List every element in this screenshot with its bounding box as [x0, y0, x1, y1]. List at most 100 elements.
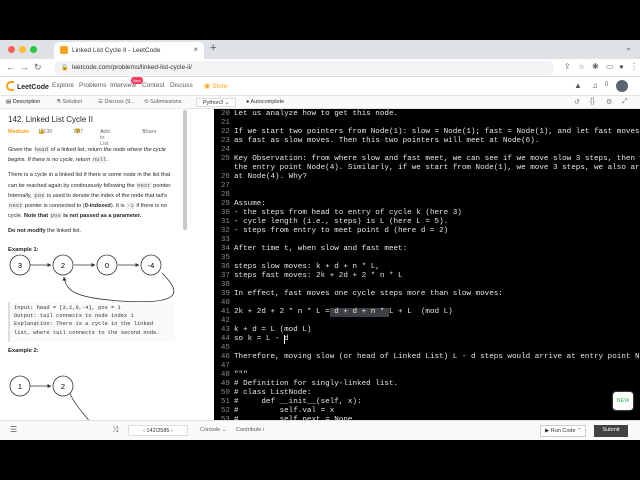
nav-explore[interactable]: Explore — [52, 82, 74, 89]
code-line[interactable]: 24 — [214, 146, 640, 155]
tab-submissions[interactable]: ⟲ Submissions — [144, 99, 181, 105]
example-1-io: Input: head = [3,2,0,-4], pos = 1 Output… — [8, 302, 175, 342]
inline-code: pos — [33, 191, 46, 199]
code-line[interactable]: 31 - cycle length (i.e., steps) is L (her… — [214, 218, 640, 227]
nav-discuss[interactable]: Discuss — [170, 82, 193, 89]
lock-icon: 🔒 — [61, 65, 69, 71]
browser-menu-icon[interactable]: ⋮ — [630, 62, 638, 71]
code-line[interactable]: 36 steps slow moves: k + d + n * L, — [214, 263, 640, 272]
notification-bell-icon[interactable]: ♫ — [592, 81, 598, 90]
code-line[interactable]: 28 — [214, 191, 640, 200]
nav-store[interactable]: ▣ Store — [204, 82, 228, 90]
code-line[interactable]: 47 — [214, 362, 640, 371]
code-line[interactable]: 51 # def __init__(self, x): — [214, 398, 640, 407]
settings-gear-icon[interactable]: ⚙ — [606, 98, 612, 106]
share-page-icon[interactable]: ⇪ — [564, 62, 571, 71]
premium-icon[interactable]: ▲ — [574, 81, 582, 90]
code-text: at Node(4). Why? — [234, 173, 307, 181]
reload-icon[interactable]: ↻ — [34, 62, 42, 73]
code-line[interactable]: 38 — [214, 281, 640, 290]
code-line[interactable]: 44 so k = L - d — [214, 335, 640, 344]
contribute-button[interactable]: Contribute i — [236, 427, 264, 433]
inline-code: -1 — [126, 202, 135, 210]
code-line[interactable]: 37 steps fast moves: 2k + 2d + 2 * n * L — [214, 272, 640, 281]
code-text: steps slow moves: k + d + n * L, — [234, 263, 380, 271]
code-text: # def __init__(self, x): — [234, 398, 362, 406]
code-line[interactable]: 39 In effect, fast moves one cycle steps … — [214, 290, 640, 299]
tab-menu-chevron-icon[interactable]: ⌄ — [625, 43, 632, 52]
fullscreen-icon[interactable]: ⤢ — [622, 98, 628, 106]
nav-contest[interactable]: Contest — [142, 82, 164, 89]
splitter-gutter[interactable] — [190, 109, 214, 420]
inline-code: null — [91, 156, 108, 164]
code-line[interactable]: 48 """ — [214, 371, 640, 380]
address-bar-row: ← → ↻ 🔒 leetcode.com/problems/linked-lis… — [0, 59, 640, 77]
cycle-arrow — [62, 272, 175, 303]
nav-problems[interactable]: Problems — [79, 82, 106, 89]
code-editor[interactable]: 20 Let us analyze how to get this node. 21… — [214, 109, 640, 420]
shuffle-icon[interactable]: ⤨ — [112, 425, 118, 435]
extension-icon[interactable]: ✱ — [592, 62, 599, 71]
problem-list-icon[interactable]: ☰ — [10, 425, 17, 434]
bookmark-star-icon[interactable]: ☆ — [578, 62, 585, 71]
language-select[interactable]: Python3 ⌄ — [196, 98, 237, 107]
autocomplete-label: Autocomplete — [250, 99, 285, 105]
description-scrollbar[interactable] — [183, 110, 187, 230]
console-button[interactable]: Console ⌄ — [200, 427, 226, 433]
node-label: 2 — [61, 261, 65, 270]
code-line[interactable]: 46 Therefore, moving slow (or head of Lin… — [214, 353, 640, 362]
problem-pager[interactable]: ‹ 142/2585 › — [128, 425, 188, 436]
back-arrow-icon[interactable]: ← — [6, 62, 15, 72]
info-icon: i — [262, 427, 265, 433]
code-line[interactable]: 20 Let us analyze how to get this node. — [214, 110, 640, 119]
autocomplete-toggle[interactable]: ● Autocomplete — [246, 99, 284, 105]
code-line[interactable]: 35 — [214, 254, 640, 263]
code-line[interactable]: 29 Assume: — [214, 200, 640, 209]
code-line[interactable]: 50 # class ListNode: — [214, 389, 640, 398]
code-line[interactable]: 43 k + d = L (mod L) — [214, 326, 640, 335]
code-line[interactable]: 22 If we start two pointers from Node(1):… — [214, 128, 640, 137]
code-line[interactable]: 52 # self.val = x — [214, 407, 640, 416]
new-tab-icon[interactable]: + — [210, 42, 216, 54]
code-line[interactable]: 41 2k + 2d + 2 * n * L = d + d + n * L + … — [214, 308, 640, 317]
avatar[interactable] — [616, 80, 628, 92]
profile-icon[interactable]: ● — [619, 62, 624, 71]
code-line[interactable]: 23 as fast as slow moves. Then this two p… — [214, 137, 640, 146]
code-line[interactable]: 21 — [214, 119, 640, 128]
code-line[interactable]: the entry point Node(4). Similarly, if w… — [214, 164, 640, 173]
code-line[interactable]: 25 Key Observation: from where slow and f… — [214, 155, 640, 164]
tab-close-icon[interactable]: × — [193, 45, 198, 54]
braces-icon[interactable]: {} — [590, 98, 595, 105]
code-line[interactable]: 45 — [214, 344, 640, 353]
code-line[interactable]: 34 After time t, when slow and fast meet: — [214, 245, 640, 254]
node-label: -4 — [148, 261, 155, 270]
next-icon[interactable]: › — [169, 428, 173, 434]
tab-solution[interactable]: ⚗ Solution — [56, 99, 82, 105]
code-line[interactable]: 40 — [214, 299, 640, 308]
url-field[interactable]: 🔒 leetcode.com/problems/linked-list-cycl… — [54, 61, 554, 75]
code-line[interactable]: 42 — [214, 317, 640, 326]
code-line[interactable]: 32 - steps from entry to meet point d (he… — [214, 227, 640, 236]
run-code-button[interactable]: ▶ Run Code ⌃ — [540, 425, 586, 437]
sidebar-icon[interactable]: ▭ — [606, 62, 614, 71]
browser-tab[interactable]: Linked List Cycle II - LeetCode × — [54, 42, 204, 59]
leetcode-logo[interactable]: LeetCode — [6, 81, 49, 91]
code-line[interactable]: 49 # Definition for singly-linked list. — [214, 380, 640, 389]
text: 0-indexed — [84, 203, 111, 210]
minimize-window-icon[interactable] — [19, 46, 26, 53]
code-line[interactable]: 27 — [214, 182, 640, 191]
new-feature-button[interactable]: NEW — [613, 392, 633, 410]
tab-discuss[interactable]: ☰ Discuss (9... — [98, 99, 135, 105]
close-window-icon[interactable] — [8, 46, 15, 53]
forward-arrow-icon[interactable]: → — [20, 62, 29, 72]
code-text: # Definition for singly-linked list. — [234, 380, 399, 388]
leetcode-favicon-icon — [60, 46, 68, 54]
maximize-window-icon[interactable] — [30, 46, 37, 53]
submit-button[interactable]: Submit — [594, 425, 628, 437]
tab-description[interactable]: ▤ Description — [6, 99, 40, 105]
code-line[interactable]: 30 - the steps from head to entry of cycl… — [214, 209, 640, 218]
code-line[interactable]: 26 at Node(4). Why? — [214, 173, 640, 182]
reset-code-icon[interactable]: ↺ — [574, 98, 580, 106]
code-text: Let us analyze how to get this node. — [234, 110, 399, 118]
code-line[interactable]: 33 — [214, 236, 640, 245]
